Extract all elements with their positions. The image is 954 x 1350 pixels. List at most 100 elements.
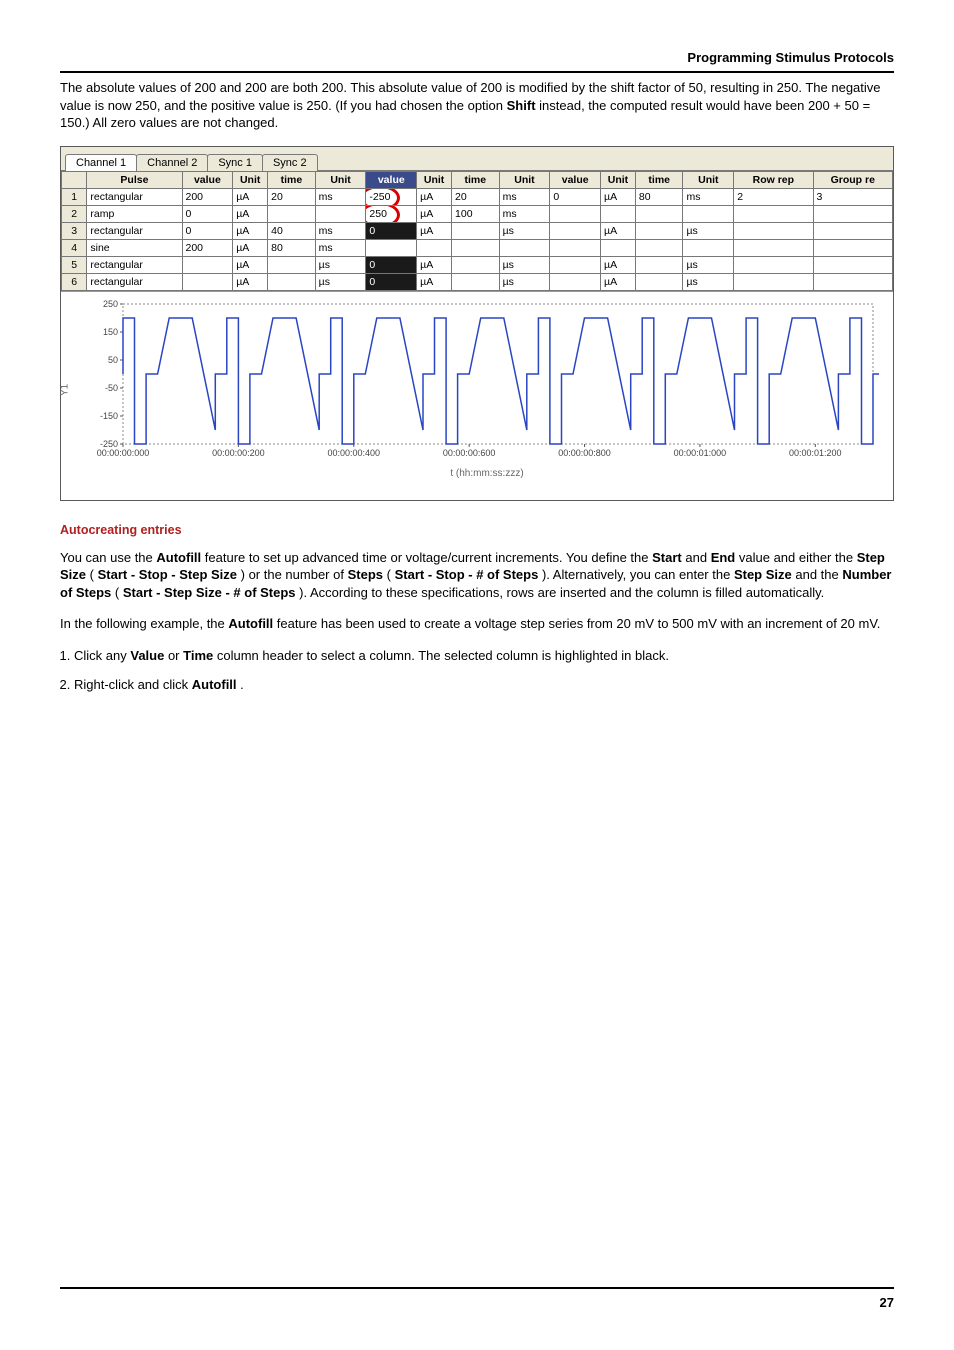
cell[interactable]: µA [233,205,268,222]
column-header[interactable]: Unit [417,171,452,188]
cell[interactable]: 3 [813,188,893,205]
cell[interactable] [813,205,893,222]
cell[interactable]: µs [499,256,550,273]
cell[interactable]: 80 [635,188,683,205]
cell[interactable]: 40 [268,222,316,239]
cell[interactable]: µA [601,188,636,205]
cell[interactable]: µA [233,188,268,205]
cell[interactable] [452,273,500,290]
cell[interactable] [366,239,417,256]
column-header[interactable]: Unit [683,171,734,188]
cell[interactable]: ms [499,188,550,205]
column-header[interactable]: time [452,171,500,188]
cell[interactable]: µA [233,222,268,239]
cell[interactable] [452,256,500,273]
cell[interactable]: µs [499,222,550,239]
cell[interactable]: µs [683,273,734,290]
column-header[interactable]: Group re [813,171,893,188]
cell[interactable] [452,222,500,239]
cell[interactable]: µA [233,273,268,290]
cell[interactable]: µA [417,205,452,222]
cell[interactable]: 80 [268,239,316,256]
cell[interactable]: 200 [182,239,233,256]
cell[interactable]: µs [315,256,366,273]
cell[interactable] [683,205,734,222]
cell[interactable]: 2 [734,188,813,205]
cell[interactable]: ms [315,222,366,239]
cell[interactable]: µA [417,188,452,205]
column-header[interactable]: Unit [315,171,366,188]
column-header[interactable]: time [268,171,316,188]
cell[interactable]: ramp [87,205,182,222]
cell[interactable] [550,205,601,222]
column-header[interactable]: Row rep [734,171,813,188]
cell[interactable] [550,222,601,239]
cell[interactable]: ms [683,188,734,205]
column-header[interactable]: Unit [499,171,550,188]
tab-channel-1[interactable]: Channel 1 [65,154,137,171]
cell[interactable]: ms [499,205,550,222]
cell[interactable]: 20 [452,188,500,205]
cell[interactable]: 200 [182,188,233,205]
cell[interactable] [635,273,683,290]
cell[interactable]: sine [87,239,182,256]
pulse-grid[interactable]: PulsevalueUnittimeUnitvalueUnittimeUnitv… [61,171,893,291]
cell[interactable]: µA [601,222,636,239]
cell[interactable]: rectangular [87,222,182,239]
cell[interactable]: µA [601,256,636,273]
cell[interactable]: ms [315,239,366,256]
cell[interactable]: µs [315,273,366,290]
table-row[interactable]: 3rectangular0µA40ms0µAµsµAµs [62,222,893,239]
cell[interactable]: 20 [268,188,316,205]
tab-sync-2[interactable]: Sync 2 [262,154,318,171]
cell[interactable]: rectangular [87,188,182,205]
cell[interactable]: 0 [182,205,233,222]
table-row[interactable]: 6rectangularµAµs0µAµsµAµs [62,273,893,290]
column-header[interactable]: Pulse [87,171,182,188]
cell[interactable]: 0 [366,273,417,290]
cell[interactable]: µs [499,273,550,290]
cell[interactable]: -250 [366,188,417,205]
cell[interactable]: 250 [366,205,417,222]
cell[interactable]: 0 [366,222,417,239]
table-row[interactable]: 1rectangular200µA20ms-250µA20ms0µA80ms23 [62,188,893,205]
cell[interactable] [268,256,316,273]
cell[interactable]: µA [233,239,268,256]
cell[interactable]: µA [233,256,268,273]
column-header[interactable]: value [550,171,601,188]
cell[interactable] [452,239,500,256]
table-row[interactable]: 5rectangularµAµs0µAµsµAµs [62,256,893,273]
cell[interactable] [315,205,366,222]
cell[interactable] [417,239,452,256]
cell[interactable]: µA [601,273,636,290]
column-header[interactable]: time [635,171,683,188]
cell[interactable] [601,239,636,256]
cell[interactable]: rectangular [87,256,182,273]
tab-sync-1[interactable]: Sync 1 [207,154,263,171]
cell[interactable] [683,239,734,256]
cell[interactable] [635,256,683,273]
cell[interactable] [268,205,316,222]
table-row[interactable]: 2ramp0µA250µA100ms [62,205,893,222]
cell[interactable] [813,222,893,239]
cell[interactable]: 0 [182,222,233,239]
cell[interactable] [635,205,683,222]
cell[interactable] [734,222,813,239]
tab-channel-2[interactable]: Channel 2 [136,154,208,171]
cell[interactable] [813,239,893,256]
cell[interactable] [635,222,683,239]
column-header[interactable] [62,171,87,188]
cell[interactable] [550,256,601,273]
cell[interactable] [550,239,601,256]
cell[interactable]: µs [683,222,734,239]
cell[interactable] [550,273,601,290]
column-header[interactable]: value [182,171,233,188]
column-header[interactable]: value [366,171,417,188]
cell[interactable] [813,256,893,273]
column-header[interactable]: Unit [601,171,636,188]
cell[interactable] [734,256,813,273]
cell[interactable] [813,273,893,290]
cell[interactable]: rectangular [87,273,182,290]
cell[interactable] [734,239,813,256]
cell[interactable]: 0 [550,188,601,205]
